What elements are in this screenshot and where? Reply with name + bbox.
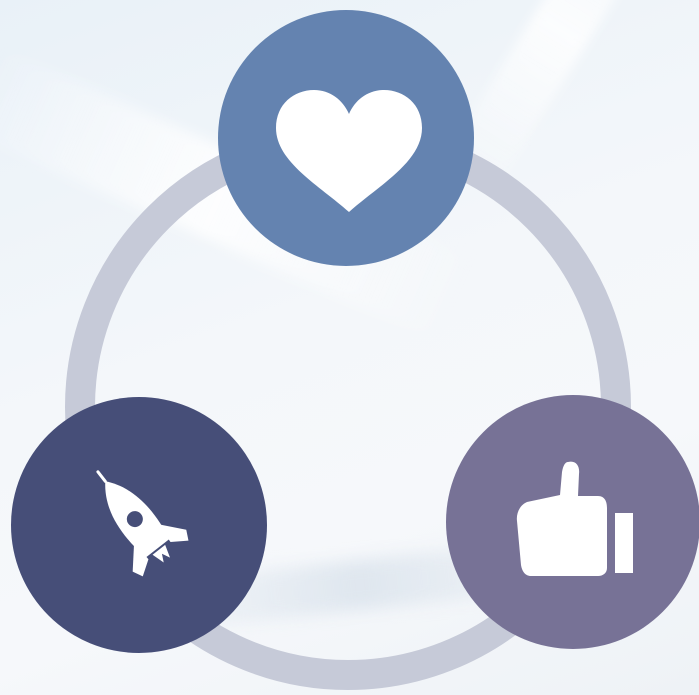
cycle-node-heart[interactable]: [218, 10, 474, 266]
diagram-canvas: [0, 0, 699, 695]
cycle-diagram: [11, 10, 699, 690]
cycle-node-thumbs-up[interactable]: [446, 395, 699, 649]
cycle-node-rocket[interactable]: [11, 397, 267, 653]
